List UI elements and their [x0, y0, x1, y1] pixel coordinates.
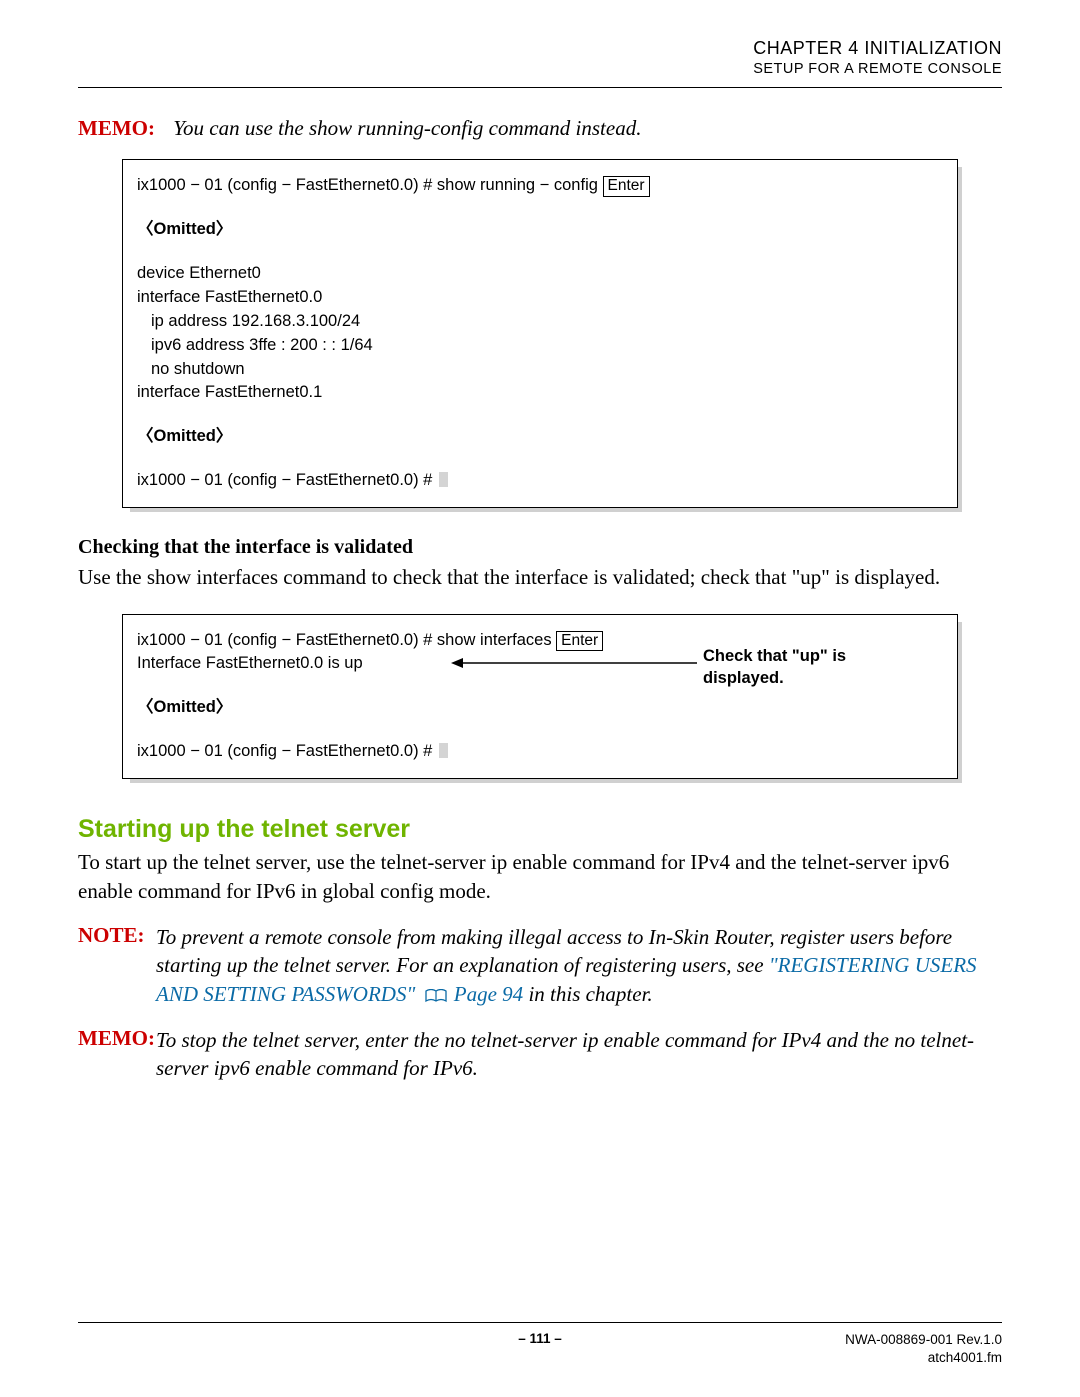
doc-revision: NWA-008869-001 Rev.1.0: [694, 1331, 1002, 1349]
code-text: ix1000 − 01 (config − FastEthernet0.0) #: [137, 471, 437, 489]
code-line: device Ethernet0: [137, 262, 943, 286]
page-header: CHAPTER 4 INITIALIZATION SETUP FOR A REM…: [78, 38, 1002, 77]
cursor-icon: [439, 743, 448, 758]
codebox-panel: ix1000 − 01 (config − FastEthernet0.0) #…: [122, 614, 958, 780]
note-text: in this chapter.: [523, 982, 653, 1006]
omitted-marker: 〈Omitted〉: [137, 425, 943, 449]
page-number: – 111 –: [386, 1331, 694, 1367]
memo-block-2: MEMO: To stop the telnet server, enter t…: [78, 1026, 1002, 1083]
memo-label: MEMO:: [78, 1026, 156, 1051]
note-body: To prevent a remote console from making …: [156, 923, 1002, 1010]
page: CHAPTER 4 INITIALIZATION SETUP FOR A REM…: [0, 0, 1080, 1397]
memo-text: You can use the show running-config comm…: [173, 116, 641, 140]
doc-filename: atch4001.fm: [694, 1349, 1002, 1367]
enter-key: Enter: [603, 176, 650, 197]
code-block-show-interfaces: ix1000 − 01 (config − FastEthernet0.0) #…: [122, 614, 958, 780]
code-line: no shutdown: [137, 358, 943, 382]
page-reference[interactable]: Page 94: [449, 982, 524, 1006]
code-line: ix1000 − 01 (config − FastEthernet0.0) #: [137, 469, 943, 493]
code-text: ix1000 − 01 (config − FastEthernet0.0) #…: [137, 631, 556, 649]
footer-docinfo: NWA-008869-001 Rev.1.0 atch4001.fm: [694, 1331, 1002, 1367]
book-icon: [425, 982, 447, 1010]
note-label: NOTE:: [78, 923, 156, 948]
header-subtitle: SETUP FOR A REMOTE CONSOLE: [78, 61, 1002, 77]
footer-rule: [78, 1322, 1002, 1323]
paragraph: Use the show interfaces command to check…: [78, 563, 1002, 591]
code-line: ipv6 address 3ffe : 200 : : 1/64: [137, 334, 943, 358]
code-line: ip address 192.168.3.100/24: [137, 310, 943, 334]
code-line: ix1000 − 01 (config − FastEthernet0.0) #…: [137, 174, 943, 198]
omitted-marker: 〈Omitted〉: [137, 696, 943, 720]
omitted-marker: 〈Omitted〉: [137, 218, 943, 242]
page-footer: – 111 – NWA-008869-001 Rev.1.0 atch4001.…: [78, 1322, 1002, 1367]
code-line: interface FastEthernet0.0: [137, 286, 943, 310]
subheading-checking-interface: Checking that the interface is validated: [78, 536, 1002, 559]
code-line: interface FastEthernet0.1: [137, 381, 943, 405]
memo-text: To stop the telnet server, enter the no …: [156, 1026, 1002, 1083]
paragraph: To start up the telnet server, use the t…: [78, 848, 1002, 905]
note-block: NOTE: To prevent a remote console from m…: [78, 923, 1002, 1010]
code-text: ix1000 − 01 (config − FastEthernet0.0) #: [137, 742, 437, 760]
cursor-icon: [439, 472, 448, 487]
annotation-text: Check that "up" is displayed.: [703, 645, 883, 690]
section-title-telnet: Starting up the telnet server: [78, 815, 1002, 844]
code-block-running-config: ix1000 − 01 (config − FastEthernet0.0) #…: [122, 159, 958, 508]
annotation-arrow-icon: [449, 653, 699, 673]
chapter-label: CHAPTER 4 INITIALIZATION: [78, 38, 1002, 59]
memo-label: MEMO:: [78, 116, 168, 141]
code-line: ix1000 − 01 (config − FastEthernet0.0) #: [137, 740, 943, 764]
code-text: ix1000 − 01 (config − FastEthernet0.0) #…: [137, 176, 603, 194]
codebox-panel: ix1000 − 01 (config − FastEthernet0.0) #…: [122, 159, 958, 508]
enter-key: Enter: [556, 631, 603, 652]
memo-block-1: MEMO: You can use the show running-confi…: [78, 116, 1002, 141]
header-rule: [78, 87, 1002, 88]
